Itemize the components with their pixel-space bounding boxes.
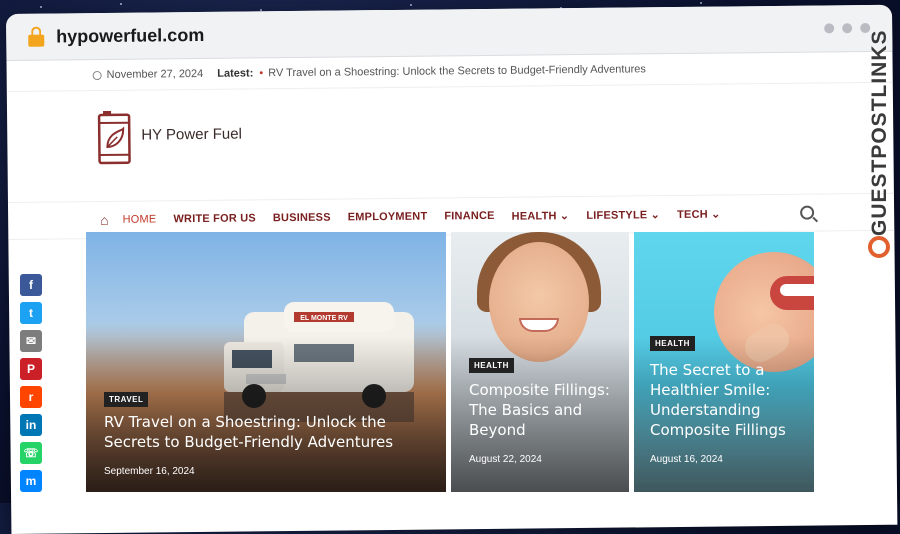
- lock-icon: [28, 27, 44, 47]
- bullet-icon: •: [259, 67, 263, 79]
- facebook-icon[interactable]: f: [20, 274, 42, 296]
- home-icon[interactable]: ⌂: [100, 212, 109, 228]
- post-title[interactable]: RV Travel on a Shoestring: Unlock the Se…: [104, 412, 434, 452]
- fuel-can-logo-icon[interactable]: [97, 111, 132, 165]
- post-title[interactable]: Composite Fillings: The Basics and Beyon…: [469, 380, 629, 440]
- messenger-icon[interactable]: m: [20, 470, 42, 492]
- featured-card[interactable]: HEALTH Composite Fillings: The Basics an…: [451, 232, 629, 492]
- nav-item-employment[interactable]: EMPLOYMENT: [348, 211, 428, 224]
- window-dot-icon[interactable]: [824, 23, 834, 33]
- rv-sign-text: EL MONTE RV: [300, 315, 348, 322]
- linkedin-icon[interactable]: in: [20, 414, 42, 436]
- teeth-icon: [780, 284, 814, 296]
- masthead: HY Power Fuel: [7, 83, 894, 202]
- pinterest-icon[interactable]: P: [20, 358, 42, 380]
- email-icon[interactable]: ✉: [20, 330, 42, 352]
- category-badge[interactable]: HEALTH: [650, 336, 695, 351]
- link-logo-icon: [868, 236, 890, 258]
- window-controls: [824, 23, 870, 33]
- url-text[interactable]: hypowerfuel.com: [56, 24, 204, 47]
- address-bar[interactable]: hypowerfuel.com: [6, 5, 892, 61]
- featured-card[interactable]: EL MONTE RV TRAVEL RV Travel on a Shoest…: [86, 232, 446, 492]
- nav-item-finance[interactable]: FINANCE: [444, 210, 494, 223]
- nav-item-write-for-us[interactable]: WRITE FOR US: [173, 212, 256, 225]
- nav-item-health[interactable]: HEALTH ⌄: [512, 209, 570, 223]
- featured-posts: EL MONTE RV TRAVEL RV Travel on a Shoest…: [86, 232, 814, 492]
- search-icon[interactable]: [800, 206, 814, 220]
- post-date: August 16, 2024: [650, 454, 723, 465]
- watermark: GUESTPOSTLINKS: [866, 40, 896, 270]
- current-date: November 27, 2024: [107, 68, 204, 81]
- category-badge[interactable]: TRAVEL: [104, 392, 148, 407]
- site-name[interactable]: HY Power Fuel: [141, 126, 242, 144]
- watermark-text: GUESTPOSTLINKS: [868, 36, 892, 236]
- reddit-icon[interactable]: r: [20, 386, 42, 408]
- clock-icon: [93, 71, 102, 80]
- nav-item-lifestyle[interactable]: LIFESTYLE ⌄: [586, 208, 660, 222]
- social-share-bar: f t ✉ P r in ☏ m: [20, 274, 42, 492]
- category-badge[interactable]: HEALTH: [469, 358, 514, 373]
- whatsapp-icon[interactable]: ☏: [20, 442, 42, 464]
- post-title[interactable]: The Secret to a Healthier Smile: Underst…: [650, 360, 810, 440]
- post-date: September 16, 2024: [104, 466, 195, 477]
- post-date: August 22, 2024: [469, 454, 542, 465]
- nav-item-business[interactable]: BUSINESS: [273, 212, 331, 225]
- latest-label: Latest:: [217, 67, 253, 79]
- nav-item-home[interactable]: HOME: [123, 213, 157, 225]
- latest-headline-link[interactable]: RV Travel on a Shoestring: Unlock the Se…: [268, 63, 646, 79]
- twitter-icon[interactable]: t: [20, 302, 42, 324]
- featured-card[interactable]: HEALTH The Secret to a Healthier Smile: …: [634, 232, 814, 492]
- window-dot-icon[interactable]: [842, 23, 852, 33]
- nav-item-tech[interactable]: TECH ⌄: [677, 207, 721, 220]
